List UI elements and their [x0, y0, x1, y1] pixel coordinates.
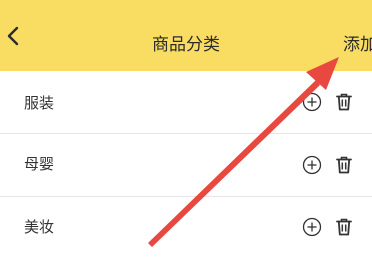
delete-button[interactable] — [333, 154, 355, 176]
navbar: 商品分类 添加 — [0, 0, 372, 71]
trash-icon — [336, 156, 352, 174]
trash-icon — [336, 93, 352, 111]
add-category-button[interactable]: 添加 — [343, 33, 372, 57]
category-label: 服装 — [24, 94, 55, 112]
add-subcategory-button[interactable] — [301, 216, 323, 238]
list-item: 美妆 — [0, 197, 372, 258]
add-subcategory-button[interactable] — [301, 91, 323, 113]
circle-plus-icon — [302, 155, 322, 175]
screen: 商品分类 添加 服装 母婴 美妆 — [0, 0, 372, 258]
category-label: 美妆 — [24, 218, 55, 236]
list-item: 母婴 — [0, 134, 372, 196]
circle-plus-icon — [302, 92, 322, 112]
category-label: 母婴 — [24, 155, 55, 173]
circle-plus-icon — [302, 217, 322, 237]
add-subcategory-button[interactable] — [301, 154, 323, 176]
delete-button[interactable] — [333, 91, 355, 113]
trash-icon — [336, 218, 352, 236]
page-title: 商品分类 — [152, 35, 220, 55]
delete-button[interactable] — [333, 216, 355, 238]
list-item: 服装 — [0, 71, 372, 133]
